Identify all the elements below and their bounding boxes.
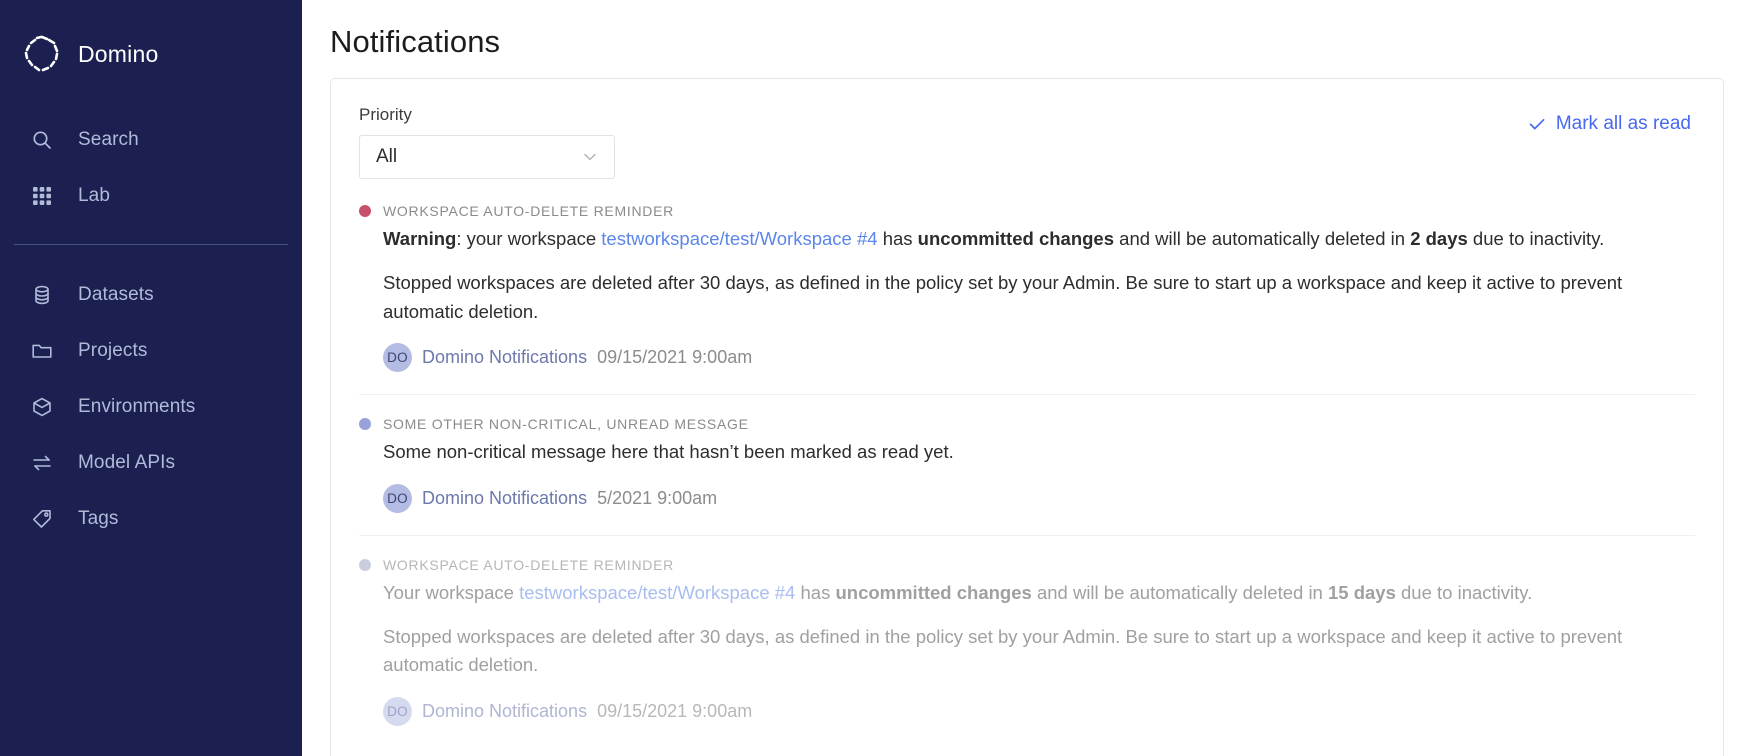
notification-meta: DO Domino Notifications 09/15/2021 9:00am xyxy=(383,697,1695,727)
avatar: DO xyxy=(383,343,412,373)
notification-timestamp: 5/2021 9:00am xyxy=(597,487,718,508)
notifications-card: Priority All Mark all as read WORKSPACE … xyxy=(330,78,1724,756)
workspace-link[interactable]: testworkspace/test/Workspace #4 xyxy=(519,582,795,603)
notification-timestamp: 09/15/2021 9:00am xyxy=(597,701,753,722)
page-title: Notifications xyxy=(330,24,501,59)
avatar: DO xyxy=(383,483,412,513)
sidebar-item-search[interactable]: Search xyxy=(0,112,302,168)
notification-item[interactable]: SOME OTHER NON-CRITICAL, UNREAD MESSAGE S… xyxy=(359,395,1695,536)
notification-description: Stopped workspaces are deleted after 30 … xyxy=(383,625,1623,676)
app-root: Domino Search Lab Datasets Projects Envi… xyxy=(0,0,1750,756)
text-run: : your workspace xyxy=(456,228,602,249)
notification-kicker: WORKSPACE AUTO-DELETE REMINDER xyxy=(359,557,1695,573)
notification-headline: Warning: your workspace testworkspace/te… xyxy=(383,225,1695,253)
notification-kicker-label: WORKSPACE AUTO-DELETE REMINDER xyxy=(383,203,675,219)
status-dot-icon xyxy=(359,418,371,431)
text-run: Your workspace xyxy=(383,581,520,603)
notification-description: Stopped workspaces are deleted after 30 … xyxy=(383,272,1623,322)
notification-headline: Some non-critical message here that hasn… xyxy=(383,438,1695,466)
notification-item[interactable]: WORKSPACE AUTO-DELETE REMINDER Warning: y… xyxy=(359,203,1695,396)
emphasis-text: uncommitted changes xyxy=(835,581,1032,603)
status-dot-icon xyxy=(359,558,371,571)
text-run: has xyxy=(795,581,836,603)
check-icon xyxy=(1527,114,1547,134)
priority-select[interactable]: All xyxy=(359,135,615,179)
brand-name: Domino xyxy=(78,40,159,67)
notification-kicker: WORKSPACE AUTO-DELETE REMINDER xyxy=(359,203,1695,219)
brand[interactable]: Domino xyxy=(0,26,302,82)
notification-headline: Your workspace testworkspace/test/Worksp… xyxy=(383,579,1695,607)
notification-body: Some non-critical message here that hasn… xyxy=(359,438,1695,513)
notification-sender: Domino Notifications xyxy=(422,487,588,508)
domino-sunburst-logo-icon xyxy=(14,32,70,76)
sidebar-item-label: Search xyxy=(78,129,139,150)
text-run: has xyxy=(877,228,918,249)
sidebar-item-label: Lab xyxy=(78,185,111,206)
notification-meta: DO Domino Notifications 09/15/2021 9:00am xyxy=(383,343,1695,373)
status-dot-icon xyxy=(359,205,371,217)
notification-item[interactable]: WORKSPACE AUTO-DELETE REMINDER Your works… xyxy=(359,536,1695,748)
emphasis-text: Warning xyxy=(383,228,457,249)
workspace-link[interactable]: testworkspace/test/Workspace #4 xyxy=(601,228,877,249)
cube-icon xyxy=(14,396,70,418)
notification-meta: DO Domino Notifications 5/2021 9:00am xyxy=(383,483,1695,513)
search-icon xyxy=(14,129,70,151)
priority-label: Priority xyxy=(359,105,412,124)
mark-all-as-read-button[interactable]: Mark all as read xyxy=(1527,113,1695,135)
notification-timestamp: 09/15/2021 9:00am xyxy=(597,347,753,368)
notification-kicker-label: SOME OTHER NON-CRITICAL, UNREAD MESSAGE xyxy=(383,416,749,433)
tag-icon xyxy=(14,508,70,530)
sidebar-item-datasets[interactable]: Datasets xyxy=(0,267,302,323)
text-run: due to inactivity. xyxy=(1467,228,1605,249)
text-run: and will be automatically deleted in xyxy=(1114,228,1411,249)
emphasis-text: 15 days xyxy=(1327,581,1396,603)
sidebar-item-label: Projects xyxy=(78,340,148,361)
priority-filter: Priority All xyxy=(359,105,615,179)
sidebar-item-label: Environments xyxy=(78,396,196,417)
notification-sender: Domino Notifications xyxy=(422,701,588,722)
sidebar-item-projects[interactable]: Projects xyxy=(0,323,302,379)
sidebar-item-tags[interactable]: Tags xyxy=(0,491,302,547)
notification-kicker-label: WORKSPACE AUTO-DELETE REMINDER xyxy=(383,556,675,573)
text-run: due to inactivity. xyxy=(1395,581,1533,603)
text-run: and will be automatically deleted in xyxy=(1031,581,1328,603)
sidebar-item-model-apis[interactable]: Model APIs xyxy=(0,435,302,491)
sidebar-item-environments[interactable]: Environments xyxy=(0,379,302,435)
avatar: DO xyxy=(383,697,412,727)
notification-body: Your workspace testworkspace/test/Worksp… xyxy=(359,579,1695,727)
sidebar-divider xyxy=(14,244,288,245)
chevron-down-icon xyxy=(580,147,600,167)
sidebar-item-label: Tags xyxy=(78,508,119,529)
sidebar-item-label: Datasets xyxy=(78,284,154,305)
main-content: Notifications Priority All Mark all as r… xyxy=(302,0,1750,756)
sidebar: Domino Search Lab Datasets Projects Envi… xyxy=(0,0,302,756)
notification-kicker: SOME OTHER NON-CRITICAL, UNREAD MESSAGE xyxy=(359,416,1695,432)
folder-icon xyxy=(14,340,70,362)
sidebar-item-label: Model APIs xyxy=(78,452,176,473)
notifications-list: WORKSPACE AUTO-DELETE REMINDER Warning: y… xyxy=(359,203,1695,748)
mark-all-as-read-label: Mark all as read xyxy=(1555,113,1691,134)
notification-sender: Domino Notifications xyxy=(422,347,588,368)
notifications-toolbar: Priority All Mark all as read xyxy=(359,105,1695,179)
grid-icon xyxy=(14,185,70,207)
exchange-arrows-icon xyxy=(14,452,70,474)
sidebar-item-lab[interactable]: Lab xyxy=(0,168,302,224)
priority-select-value: All xyxy=(376,146,398,167)
notification-body: Warning: your workspace testworkspace/te… xyxy=(359,225,1695,373)
emphasis-text: 2 days xyxy=(1410,228,1468,249)
database-icon xyxy=(14,284,70,306)
emphasis-text: uncommitted changes xyxy=(917,228,1115,249)
text-run: Some non-critical message here that hasn… xyxy=(383,441,954,463)
